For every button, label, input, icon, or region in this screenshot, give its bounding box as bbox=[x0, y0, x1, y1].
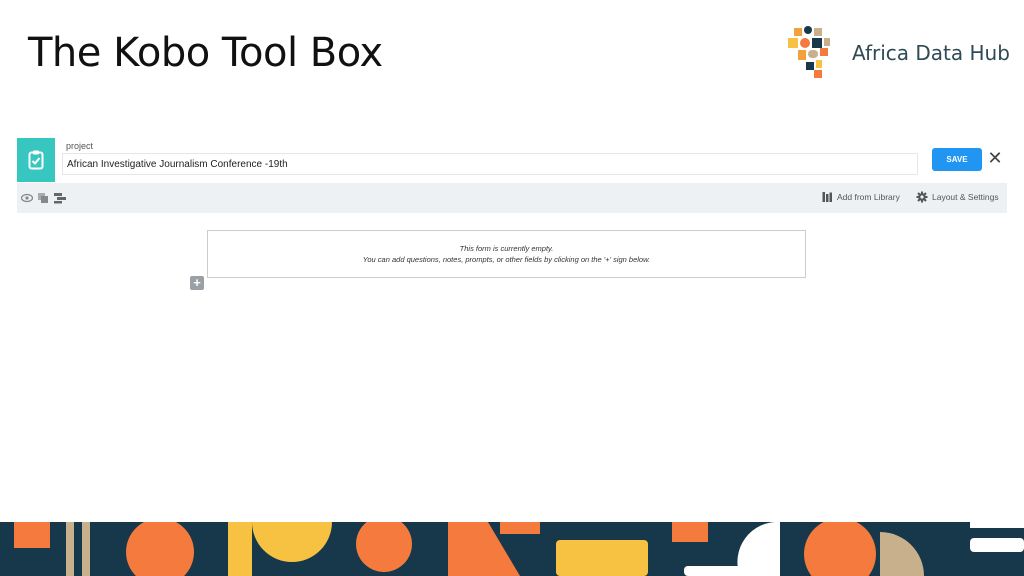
slide-title: The Kobo Tool Box bbox=[28, 30, 383, 76]
save-button[interactable]: SAVE bbox=[932, 148, 982, 171]
copy-icon[interactable] bbox=[37, 191, 49, 209]
africa-map-mosaic-icon bbox=[788, 26, 830, 78]
add-from-library-button[interactable]: Add from Library bbox=[822, 191, 900, 203]
africa-data-hub-logo: Africa Data Hub bbox=[788, 24, 1010, 84]
add-question-button[interactable]: + bbox=[190, 276, 204, 290]
project-label: project bbox=[66, 141, 94, 151]
layout-settings-button[interactable]: Layout & Settings bbox=[916, 191, 999, 203]
kobo-form-builder: project African Investigative Journalism… bbox=[17, 137, 1007, 213]
layout-settings-label: Layout & Settings bbox=[932, 192, 999, 202]
empty-form-message: This form is currently empty. You can ad… bbox=[207, 230, 806, 278]
empty-form-title: This form is currently empty. bbox=[459, 244, 554, 253]
decorative-footer-band bbox=[0, 522, 1024, 576]
empty-form-hint: You can add questions, notes, prompts, o… bbox=[362, 255, 651, 264]
gear-icon bbox=[916, 191, 928, 203]
preview-eye-icon[interactable] bbox=[20, 191, 34, 209]
form-clipboard-icon bbox=[17, 138, 55, 182]
project-name-input[interactable]: African Investigative Journalism Confere… bbox=[62, 153, 918, 175]
decorative-pattern bbox=[0, 522, 1024, 576]
library-books-icon bbox=[822, 192, 832, 202]
form-toolbar: Add from Library Layout & Settings bbox=[17, 183, 1007, 213]
close-button[interactable]: ✕ bbox=[987, 148, 1003, 168]
add-from-library-label: Add from Library bbox=[837, 192, 900, 202]
form-header: project African Investigative Journalism… bbox=[17, 137, 1007, 183]
logo-text: Africa Data Hub bbox=[852, 41, 1010, 65]
group-icon[interactable] bbox=[53, 191, 67, 209]
